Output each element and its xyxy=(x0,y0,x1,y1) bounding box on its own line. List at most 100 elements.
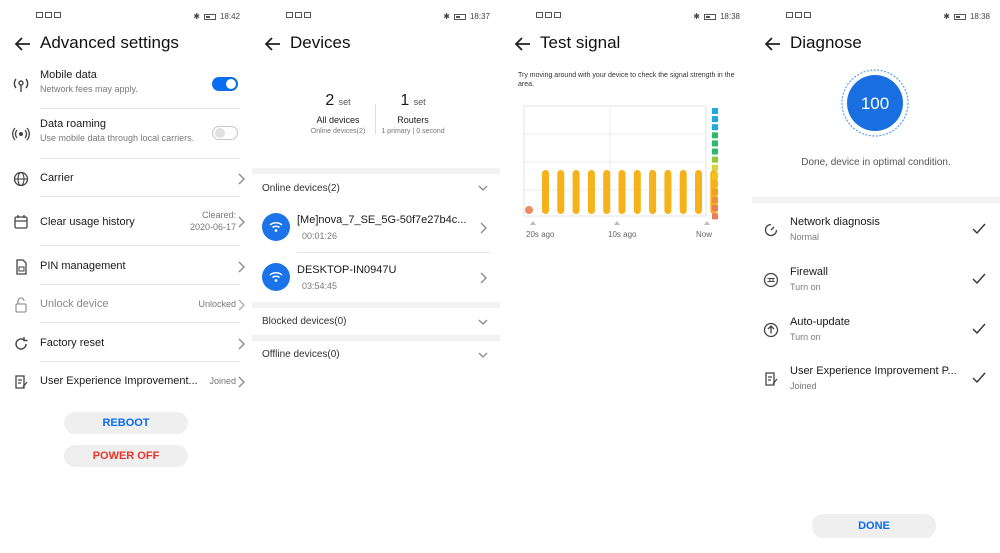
chevron-down-icon xyxy=(478,185,488,191)
bluetooth-icon: ✱ xyxy=(943,12,950,21)
pin-management-label: PIN management xyxy=(40,260,126,272)
signal-scale-step xyxy=(712,213,718,220)
device-row[interactable]: [Me]nova_7_SE_5G-50f7e27b4c... 00:01:26 xyxy=(252,206,500,250)
reset-icon xyxy=(15,337,28,350)
diagnose-item-label: Firewall xyxy=(790,266,828,278)
firewall-icon xyxy=(763,272,779,288)
factory-reset-row[interactable]: Factory reset xyxy=(2,331,250,357)
offline-devices-label: Offline devices(0) xyxy=(262,349,340,360)
unlock-device-row: Unlock device Unlocked xyxy=(2,292,250,318)
back-arrow-icon[interactable] xyxy=(262,34,284,54)
score-gauge: 100 xyxy=(840,68,910,138)
carrier-label: Carrier xyxy=(40,172,74,184)
offline-devices-header[interactable]: Offline devices(0) xyxy=(252,343,500,367)
back-arrow-icon[interactable] xyxy=(762,34,784,54)
mobile-data-toggle[interactable] xyxy=(212,77,238,91)
mobile-data-row[interactable]: Mobile data Network fees may apply. xyxy=(2,66,250,106)
carrier-indicators xyxy=(36,12,61,18)
unlock-status: Unlocked xyxy=(198,299,236,309)
gauge-icon xyxy=(764,223,778,237)
carrier-indicators xyxy=(286,12,311,18)
carrier-indicators xyxy=(536,12,561,18)
test-signal-screen: ✱ 18:38 Test signal Try moving around wit… xyxy=(502,0,750,553)
checkmark-icon xyxy=(972,372,986,384)
diagnose-item[interactable]: Auto-update Turn on xyxy=(752,312,1000,348)
divider xyxy=(40,108,240,109)
user-experience-row[interactable]: User Experience Improvement... Joined xyxy=(2,369,250,395)
cleared-label: Cleared: xyxy=(201,210,236,220)
cleared-date: 2020-06-17 xyxy=(189,222,236,232)
device-row[interactable]: DESKTOP-IN0947U 03:54:45 xyxy=(252,256,500,300)
globe-icon xyxy=(13,171,29,187)
signal-bar xyxy=(525,206,533,214)
section-separator xyxy=(752,197,1000,203)
diagnose-item[interactable]: Firewall Turn on xyxy=(752,262,1000,298)
wifi-icon xyxy=(262,213,290,241)
chevron-down-icon xyxy=(478,352,488,358)
reboot-button[interactable]: REBOOT xyxy=(64,412,188,434)
signal-bar xyxy=(587,170,595,214)
back-arrow-icon[interactable] xyxy=(12,34,34,54)
online-devices-header[interactable]: Online devices(2) xyxy=(252,176,500,200)
bluetooth-icon: ✱ xyxy=(193,12,200,21)
page-title: Devices xyxy=(290,33,351,52)
device-time: 03:54:45 xyxy=(302,281,338,291)
data-roaming-toggle[interactable] xyxy=(212,126,238,140)
back-arrow-icon[interactable] xyxy=(512,34,534,54)
calendar-icon xyxy=(14,215,28,229)
summary-divider xyxy=(375,104,376,134)
divider xyxy=(40,158,240,159)
diagnose-item-label: User Experience Improvement P... xyxy=(790,365,957,377)
blocked-devices-header[interactable]: Blocked devices(0) xyxy=(252,310,500,334)
data-roaming-label: Data roaming xyxy=(40,118,107,130)
chevron-right-icon xyxy=(480,222,487,234)
data-roaming-row[interactable]: Data roaming Use mobile data through loc… xyxy=(2,115,250,155)
chevron-down-icon xyxy=(478,319,488,325)
routers-count: 1 xyxy=(400,92,410,109)
diagnose-item[interactable]: Network diagnosis Normal xyxy=(752,212,1000,248)
done-button[interactable]: DONE xyxy=(812,514,936,538)
divider xyxy=(40,245,240,246)
time-label: 10s ago xyxy=(608,230,637,239)
bluetooth-icon: ✱ xyxy=(443,12,450,21)
diagnose-item[interactable]: User Experience Improvement P... Joined xyxy=(752,361,1000,397)
page-title: Test signal xyxy=(540,33,621,52)
pin-management-row[interactable]: PIN management xyxy=(2,254,250,280)
time-label: 20s ago xyxy=(526,230,555,239)
all-devices-label: All devices xyxy=(316,115,360,125)
chart-plot-area xyxy=(523,105,707,217)
clear-usage-history-row[interactable]: Clear usage history Cleared: 2020-06-17 xyxy=(2,204,250,240)
battery-icon xyxy=(203,13,216,20)
document-edit-icon xyxy=(15,375,28,389)
signal-scale-step xyxy=(712,132,718,139)
signal-scale-step xyxy=(712,124,718,131)
device-time: 00:01:26 xyxy=(302,231,338,241)
signal-scale-step xyxy=(712,189,718,195)
upload-icon xyxy=(763,322,779,338)
time-marker xyxy=(530,221,536,225)
power-off-button[interactable]: POWER OFF xyxy=(64,445,188,467)
routers-summary[interactable]: 1 set Routers 1 primary | 0 second xyxy=(378,92,448,135)
signal-scale-step xyxy=(712,180,718,187)
divider xyxy=(40,322,240,323)
checkmark-icon xyxy=(972,223,986,235)
diagnose-item-status: Turn on xyxy=(790,282,821,292)
data-roaming-sub: Use mobile data through local carriers. xyxy=(40,133,195,143)
signal-scale-step xyxy=(712,197,718,204)
battery-icon xyxy=(953,13,966,20)
signal-scale-step xyxy=(712,156,718,163)
signal-strength-chart: 20s ago 10s ago Now xyxy=(523,105,718,239)
all-devices-summary[interactable]: 2 set All devices Online devices(2) xyxy=(298,92,378,135)
signal-bar xyxy=(679,170,687,214)
time-marker xyxy=(614,221,620,225)
diagnose-item-label: Network diagnosis xyxy=(790,216,880,228)
device-name: [Me]nova_7_SE_5G-50f7e27b4c... xyxy=(297,214,467,226)
device-name: DESKTOP-IN0947U xyxy=(297,264,397,276)
diagnose-screen: ✱ 18:38 Diagnose 100 Done, device in opti… xyxy=(752,0,1000,553)
carrier-row[interactable]: Carrier xyxy=(2,166,250,192)
advanced-settings-screen: ✱ 18:42 Advanced settings Mobile data Net… xyxy=(2,0,250,553)
time-marker xyxy=(704,221,710,225)
battery-icon xyxy=(703,13,716,20)
signal-scale-step xyxy=(712,164,718,171)
score-value: 100 xyxy=(860,94,890,113)
